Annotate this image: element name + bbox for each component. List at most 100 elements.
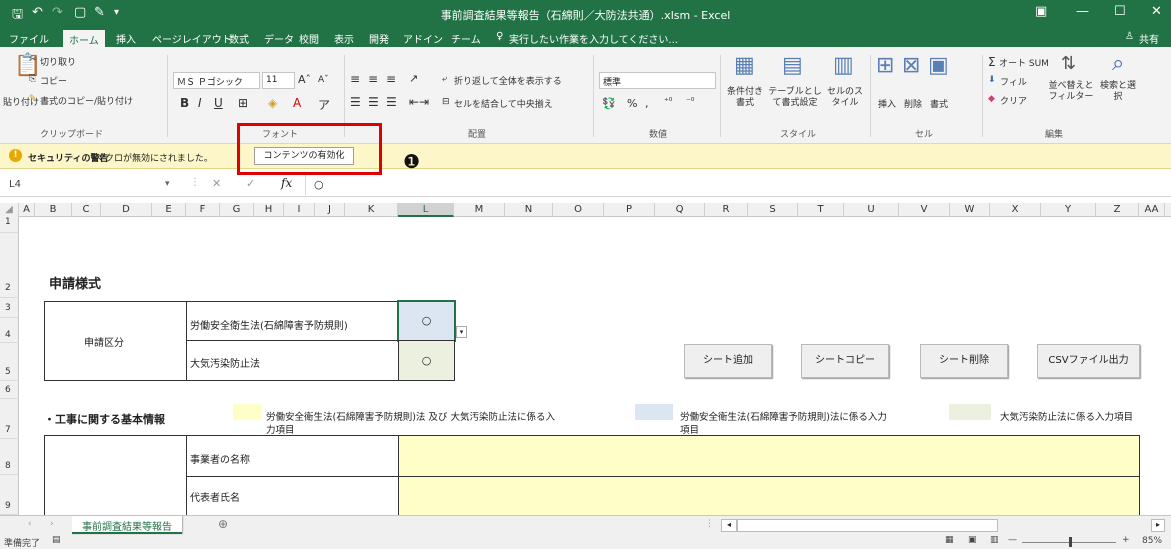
fill-color-icon[interactable]: ◈	[268, 96, 277, 110]
align-center-icon[interactable]: ☰	[368, 95, 379, 109]
delete-sheet-button[interactable]: シート削除	[920, 344, 1008, 378]
autosum-button[interactable]: オート SUM	[999, 56, 1049, 69]
increase-decimal-icon[interactable]: ⁺⁰	[664, 97, 672, 107]
align-bottom-icon[interactable]: ≡	[386, 72, 396, 86]
paste-icon[interactable]: 📋	[14, 53, 41, 78]
cut-icon[interactable]: ✂	[29, 55, 37, 65]
column-header[interactable]: W	[950, 203, 990, 217]
column-header[interactable]: H	[254, 203, 284, 217]
column-header[interactable]: Z	[1096, 203, 1139, 217]
merge-icon[interactable]: ⊟	[442, 97, 450, 107]
align-middle-icon[interactable]: ≡	[368, 72, 378, 86]
column-header[interactable]: D	[101, 203, 152, 217]
scroll-left-icon[interactable]: ◂	[721, 519, 737, 532]
fill-icon[interactable]: ⬇	[988, 75, 996, 85]
align-right-icon[interactable]: ☰	[386, 95, 397, 109]
enter-icon[interactable]: ✓	[246, 177, 255, 190]
sort-filter-icon[interactable]: ⇅	[1061, 53, 1076, 74]
tab-team[interactable]: チーム	[451, 31, 481, 46]
percent-icon[interactable]: %	[627, 97, 637, 110]
format-cells-button[interactable]: 書式	[930, 97, 948, 110]
cancel-icon[interactable]: ✕	[212, 177, 221, 190]
row-header[interactable]: 8	[0, 439, 19, 475]
tab-formulas[interactable]: 数式	[229, 31, 249, 46]
column-header[interactable]: F	[186, 203, 220, 217]
business-name-input[interactable]	[398, 435, 1140, 477]
delete-cells-button[interactable]: 削除	[904, 97, 922, 110]
align-left-icon[interactable]: ☰	[350, 95, 361, 109]
name-box-dropdown-icon[interactable]: ▾	[165, 179, 170, 189]
column-header-selected[interactable]: L	[398, 203, 454, 217]
maximize-icon[interactable]: ☐	[1114, 4, 1126, 19]
formula-input[interactable]: ○	[305, 175, 1165, 195]
border-icon[interactable]: ⊞	[238, 96, 248, 110]
copy-sheet-button[interactable]: シートコピー	[801, 344, 889, 378]
sheet-tab-active[interactable]: 事前調査結果等報告	[72, 516, 182, 534]
column-header[interactable]: E	[152, 203, 186, 217]
grow-font-icon[interactable]: Aˆ	[298, 73, 311, 86]
format-painter-icon[interactable]: ✎	[29, 94, 37, 104]
column-header[interactable]: Y	[1041, 203, 1096, 217]
orientation-icon[interactable]: ↗	[409, 72, 418, 85]
clear-button[interactable]: クリア	[1000, 94, 1027, 107]
delete-cells-icon[interactable]: ⊠	[902, 53, 920, 78]
row-header[interactable]: 9	[0, 475, 19, 515]
dropdown-arrow-icon[interactable]: ▾	[456, 326, 467, 338]
number-format-select[interactable]: 標準	[599, 72, 716, 89]
tab-split-handle[interactable]: ⋮	[705, 519, 714, 529]
add-sheet-button[interactable]: シート追加	[684, 344, 772, 378]
cell-styles-button[interactable]: セルのスタイル	[824, 87, 866, 109]
zoom-slider-thumb[interactable]	[1069, 537, 1072, 547]
align-top-icon[interactable]: ≡	[350, 72, 360, 86]
font-size-select[interactable]: 11	[262, 72, 295, 89]
next-sheet-icon[interactable]: ›	[50, 519, 54, 529]
font-color-icon[interactable]: A	[293, 96, 301, 110]
column-header[interactable]: T	[798, 203, 844, 217]
macro-record-icon[interactable]: ▤	[52, 535, 61, 545]
law2-selection-cell[interactable]: ○	[398, 340, 455, 381]
page-break-view-icon[interactable]: ▥	[990, 535, 999, 545]
column-header[interactable]: A	[19, 203, 35, 217]
column-header[interactable]: I	[284, 203, 315, 217]
copy-icon[interactable]: ⎘	[29, 74, 36, 84]
tab-home[interactable]: ホーム	[63, 30, 105, 47]
phonetic-icon[interactable]: ア	[318, 96, 330, 113]
shrink-font-icon[interactable]: Aˇ	[318, 75, 329, 85]
column-header[interactable]: AA	[1139, 203, 1165, 217]
tab-developer[interactable]: 開発	[369, 31, 389, 46]
italic-icon[interactable]: I	[198, 96, 202, 110]
row-header[interactable]: 2	[0, 233, 19, 298]
column-header[interactable]: R	[705, 203, 748, 217]
row-header[interactable]: 5	[0, 343, 19, 381]
csv-export-button[interactable]: CSVファイル出力	[1037, 344, 1140, 378]
insert-function-icon[interactable]: fx	[281, 176, 292, 190]
representative-input[interactable]	[398, 476, 1140, 517]
row-header[interactable]: 6	[0, 381, 19, 399]
tab-file[interactable]: ファイル	[9, 31, 49, 46]
add-sheet-icon[interactable]: ⊕	[218, 517, 228, 531]
select-all-corner[interactable]: ◢	[0, 203, 19, 217]
row-header[interactable]: 3	[0, 298, 19, 318]
sort-filter-button[interactable]: 並べ替えとフィルター	[1047, 81, 1095, 103]
clear-icon[interactable]: ◆	[988, 94, 995, 104]
tab-addins[interactable]: アドイン	[403, 31, 443, 46]
horizontal-scrollbar-thumb[interactable]	[737, 519, 998, 532]
wrap-text-icon[interactable]: ⤶	[442, 74, 447, 84]
share-icon[interactable]: ♙	[1125, 31, 1134, 42]
tab-data[interactable]: データ	[264, 31, 294, 46]
tab-insert[interactable]: 挿入	[116, 31, 136, 46]
conditional-format-button[interactable]: 条件付き書式	[724, 87, 766, 109]
zoom-level[interactable]: 85%	[1142, 536, 1162, 546]
column-header[interactable]: Q	[655, 203, 705, 217]
column-header[interactable]: O	[553, 203, 604, 217]
indent-icon[interactable]: ⇤⇥	[409, 95, 429, 109]
find-icon[interactable]: ⌕	[1112, 51, 1124, 76]
close-icon[interactable]: ✕	[1151, 4, 1162, 19]
prev-sheet-icon[interactable]: ‹	[28, 519, 32, 529]
font-name-select[interactable]: ＭＳ Ｐゴシック	[173, 72, 260, 89]
find-select-button[interactable]: 検索と選択	[1096, 81, 1140, 103]
insert-cells-button[interactable]: 挿入	[878, 97, 896, 110]
tell-me-search[interactable]: 実行したい作業を入力してください...	[509, 31, 678, 46]
row-header[interactable]: 4	[0, 318, 19, 343]
wrap-text-button[interactable]: 折り返して全体を表示する	[454, 74, 562, 87]
